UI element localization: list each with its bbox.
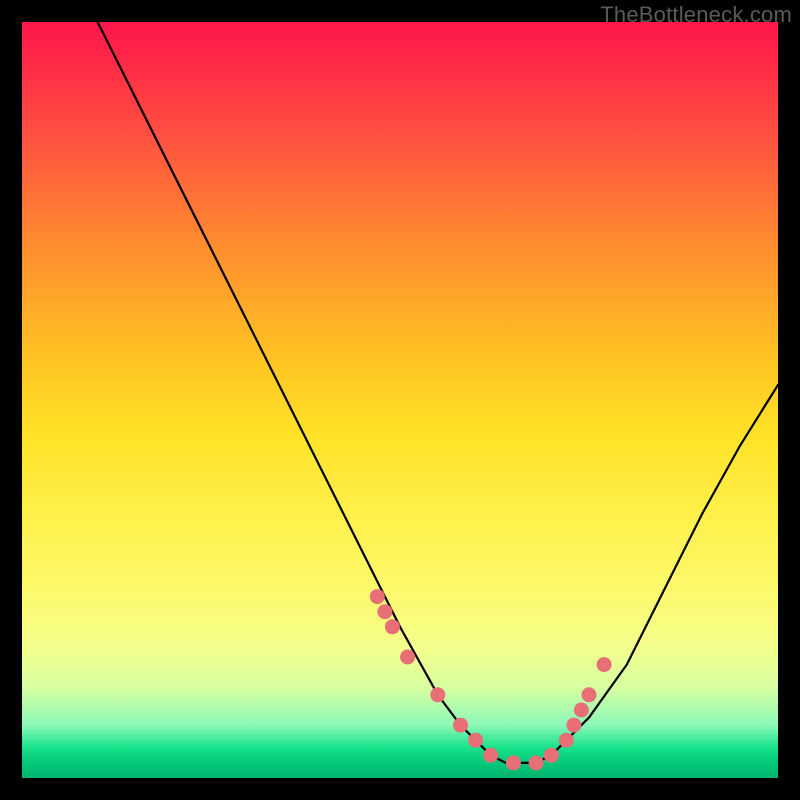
marker-dot bbox=[566, 718, 581, 733]
marker-dot bbox=[430, 687, 445, 702]
bottleneck-curve bbox=[98, 22, 778, 763]
marker-dot bbox=[385, 619, 400, 634]
marker-dot bbox=[559, 733, 574, 748]
watermark-text: TheBottleneck.com bbox=[600, 2, 792, 28]
marker-dot bbox=[468, 733, 483, 748]
marker-dot bbox=[582, 687, 597, 702]
marker-dot bbox=[453, 718, 468, 733]
marker-dot bbox=[506, 755, 521, 770]
curve-layer bbox=[22, 22, 778, 778]
chart-frame: TheBottleneck.com bbox=[0, 0, 800, 800]
marker-dot bbox=[370, 589, 385, 604]
marker-dot bbox=[377, 604, 392, 619]
marker-group bbox=[370, 589, 612, 770]
plot-area bbox=[22, 22, 778, 778]
marker-dot bbox=[483, 748, 498, 763]
marker-dot bbox=[400, 650, 415, 665]
marker-dot bbox=[597, 657, 612, 672]
marker-dot bbox=[529, 755, 544, 770]
marker-dot bbox=[544, 748, 559, 763]
marker-dot bbox=[574, 703, 589, 718]
